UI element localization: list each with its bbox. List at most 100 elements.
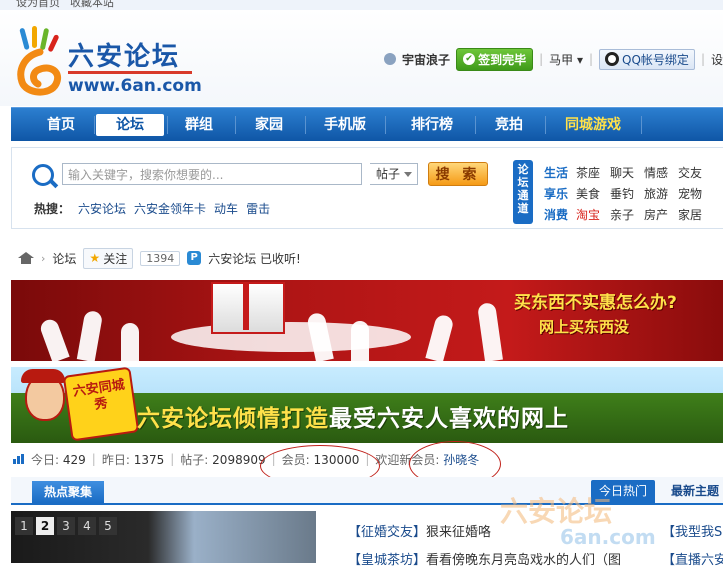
- channel-link[interactable]: 家居: [678, 206, 712, 223]
- horse-menu[interactable]: 马甲 ▾: [549, 51, 583, 68]
- qq-bind-button[interactable]: QQ帐号绑定: [599, 48, 695, 70]
- hot-search-link[interactable]: 动车: [214, 200, 238, 217]
- hot-search-link[interactable]: 六安金领年卡: [134, 200, 206, 217]
- list-item[interactable]: 【征婚交友】狠来征婚咯: [348, 519, 621, 547]
- banner-title-a: 六安论坛倾情打造: [137, 406, 329, 432]
- channel-link[interactable]: 宠物: [678, 185, 712, 202]
- post-title[interactable]: 狠来征婚咯: [426, 525, 491, 540]
- nav-divider: [545, 116, 546, 134]
- stat-label: 昨日:: [101, 452, 130, 467]
- channel-row: 享乐 美食 垂钓 旅游 宠物: [544, 183, 712, 204]
- channel-link[interactable]: 亲子: [610, 206, 644, 223]
- top-strip: 设为首页 收藏本站: [0, 0, 723, 10]
- checkin-button[interactable]: ✔ 签到完毕: [456, 47, 534, 71]
- nav-groups[interactable]: 群组: [171, 115, 227, 135]
- slider-page-button[interactable]: 5: [99, 517, 117, 535]
- logo-icon[interactable]: [16, 26, 64, 96]
- nav-divider: [235, 116, 236, 134]
- nav-ranking[interactable]: 排行榜: [397, 115, 467, 135]
- checkin-label: 签到完毕: [478, 52, 527, 67]
- post-category[interactable]: 【皇城茶坊】: [348, 553, 426, 568]
- slider-page-button[interactable]: 4: [78, 517, 96, 535]
- stat-value: 2098909: [212, 452, 266, 467]
- stat-posts: 帖子: 2098909: [180, 451, 265, 468]
- bar-chart-icon: [13, 454, 25, 464]
- slider-page-button[interactable]: 3: [57, 517, 75, 535]
- set-home-link[interactable]: 设为首页: [16, 0, 60, 10]
- settings-link[interactable]: 设: [711, 51, 723, 68]
- stat-label: 今日:: [31, 452, 60, 467]
- channel-link[interactable]: 淘宝: [576, 206, 610, 223]
- crowd-figure: [76, 309, 104, 361]
- channel-link[interactable]: 聊天: [610, 164, 644, 181]
- image-slider[interactable]: 1 2 3 4 5: [11, 511, 316, 563]
- nav-city-game[interactable]: 同城游戏: [557, 115, 629, 135]
- post-category[interactable]: 【征婚交友】: [348, 525, 426, 540]
- hot-tabs-bar: 热点聚集 今日热门 最新主题: [11, 477, 723, 505]
- search-button[interactable]: 搜 索: [428, 162, 488, 186]
- bookmark-link[interactable]: 收藏本站: [70, 0, 114, 10]
- hot-search-link[interactable]: 六安论坛: [78, 200, 126, 217]
- user-area: 宇宙浪子 ✔ 签到完毕 | 马甲 ▾ | QQ帐号绑定 | 设: [384, 47, 723, 71]
- broadcast-icon: P: [187, 251, 202, 265]
- home-icon[interactable]: [18, 252, 34, 264]
- stat-value: 1375: [133, 452, 165, 467]
- hot-search: 热搜： 六安论坛 六安金领年卡 动车 雷击: [34, 200, 270, 217]
- breadcrumb-forum[interactable]: 论坛: [52, 250, 76, 267]
- nav-home[interactable]: 首页: [33, 115, 89, 135]
- nav-auction[interactable]: 竞拍: [481, 115, 537, 135]
- logo-underline: [68, 71, 192, 74]
- follow-count: 1394: [140, 250, 181, 266]
- chevron-right-icon: ›: [41, 251, 46, 265]
- hot-search-link[interactable]: 雷击: [246, 200, 270, 217]
- nav-divider: [385, 116, 386, 134]
- channel-link[interactable]: 垂钓: [610, 185, 644, 202]
- ad-banner-forum[interactable]: 六安同城秀 六安论坛倾情打造最受六安人喜欢的网上: [11, 367, 723, 443]
- user-icon: [384, 53, 397, 65]
- nav-divider: [167, 116, 168, 134]
- stat-label: 帖子:: [180, 452, 209, 467]
- follow-label: 关注: [103, 251, 128, 266]
- channel-category[interactable]: 消费: [544, 206, 576, 223]
- nav-mobile[interactable]: 手机版: [313, 115, 377, 135]
- divider: |: [170, 452, 175, 466]
- channel-link[interactable]: 房产: [644, 206, 678, 223]
- banner-headline: 买东西不实惠怎么办?: [514, 293, 677, 313]
- nav-divider: [305, 116, 306, 134]
- divider: |: [700, 52, 705, 66]
- site-header: 六安论坛 www.6an.com 宇宙浪子 ✔ 签到完毕 | 马甲 ▾ | QQ…: [0, 10, 723, 106]
- stat-yesterday: 昨日: 1375: [102, 451, 164, 468]
- channel-link[interactable]: 情感: [644, 164, 678, 181]
- list-item[interactable]: 【直播六安: [662, 547, 723, 575]
- channel-category[interactable]: 享乐: [544, 185, 576, 202]
- slider-page-button[interactable]: 1: [15, 517, 33, 535]
- ad-banner-shopping[interactable]: 买东西不实惠怎么办? 网上买东西没: [11, 280, 723, 361]
- crowd-figure: [38, 317, 70, 361]
- channel-link[interactable]: 茶座: [576, 164, 610, 181]
- stat-today: 今日: 429: [31, 451, 86, 468]
- slider-pager: 1 2 3 4 5: [15, 517, 117, 535]
- channel-link[interactable]: 旅游: [644, 185, 678, 202]
- list-item[interactable]: 【皇城茶坊】看看傍晚东月亮岛戏水的人们（图: [348, 547, 621, 575]
- search-scope-select[interactable]: 帖子: [370, 163, 418, 185]
- tab-hot-focus[interactable]: 热点聚集: [32, 481, 104, 503]
- nav-home-space[interactable]: 家园: [241, 115, 297, 135]
- channel-link[interactable]: 交友: [678, 164, 712, 181]
- search-input[interactable]: 输入关键字，搜索你想要的...: [62, 163, 362, 185]
- stat-value: 429: [62, 452, 86, 467]
- search-panel: 输入关键字，搜索你想要的... 帖子 搜 索 热搜： 六安论坛 六安金领年卡 动…: [11, 147, 723, 229]
- slider-page-button[interactable]: 2: [36, 517, 54, 535]
- channel-link[interactable]: 美食: [576, 185, 610, 202]
- tab-latest-topics[interactable]: 最新主题: [671, 480, 719, 502]
- crowd-figure: [121, 323, 139, 361]
- search-scope-value: 帖子: [376, 167, 401, 181]
- banner-title-b: 最受六安人喜欢的网上: [329, 406, 569, 432]
- crowd-figure: [351, 321, 369, 361]
- chevron-down-icon: [404, 172, 412, 177]
- username-link[interactable]: 宇宙浪子: [402, 51, 450, 68]
- nav-forum[interactable]: 论坛: [96, 114, 164, 136]
- post-title[interactable]: 看看傍晚东月亮岛戏水的人们（图: [426, 553, 621, 568]
- follow-button[interactable]: ★ 关注: [83, 247, 134, 269]
- channel-category[interactable]: 生活: [544, 164, 576, 181]
- list-item[interactable]: 【我型我SH: [662, 519, 723, 547]
